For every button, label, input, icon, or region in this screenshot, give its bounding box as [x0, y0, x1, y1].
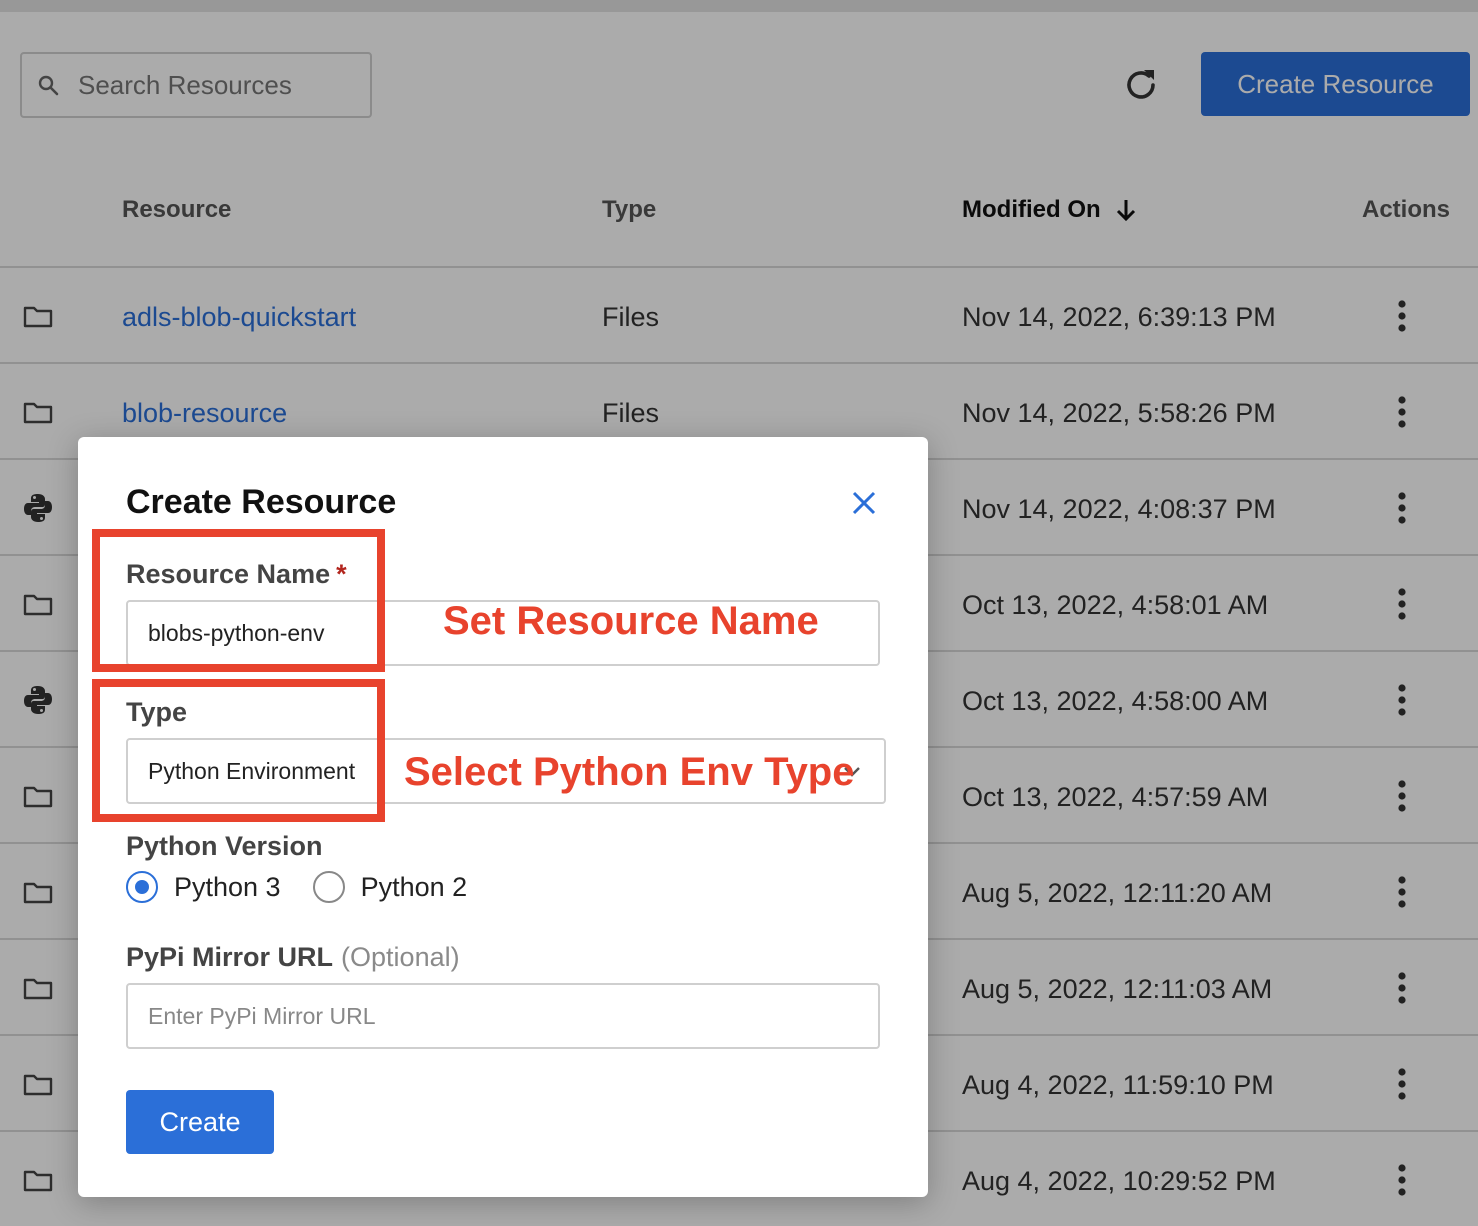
create-button[interactable]: Create [126, 1090, 274, 1154]
annotation-set-resource-name: Set Resource Name [443, 599, 819, 643]
annotation-box-resource-name [92, 529, 385, 672]
pypi-mirror-input[interactable] [126, 983, 880, 1049]
radio-python-2-circle[interactable] [312, 871, 345, 903]
dialog-title: Create Resource [126, 483, 397, 521]
radio-python-2-label[interactable]: Python 2 [361, 872, 468, 903]
annotation-box-type [92, 679, 385, 822]
close-icon[interactable] [848, 487, 880, 519]
radio-python-2[interactable]: Python 2 [312, 871, 468, 903]
python-version-label: Python Version [126, 831, 323, 861]
python-version-radio-group: Python 3 Python 2 [126, 871, 499, 903]
radio-python-3[interactable]: Python 3 [126, 871, 281, 903]
radio-python-3-label[interactable]: Python 3 [174, 872, 281, 903]
radio-python-3-circle[interactable] [126, 871, 158, 903]
pypi-mirror-label: PyPi Mirror URL (Optional) [126, 942, 460, 973]
annotation-select-python-env-type: Select Python Env Type [404, 750, 855, 794]
pypi-mirror-label-text: PyPi Mirror URL [126, 942, 334, 972]
optional-hint: (Optional) [341, 942, 460, 972]
